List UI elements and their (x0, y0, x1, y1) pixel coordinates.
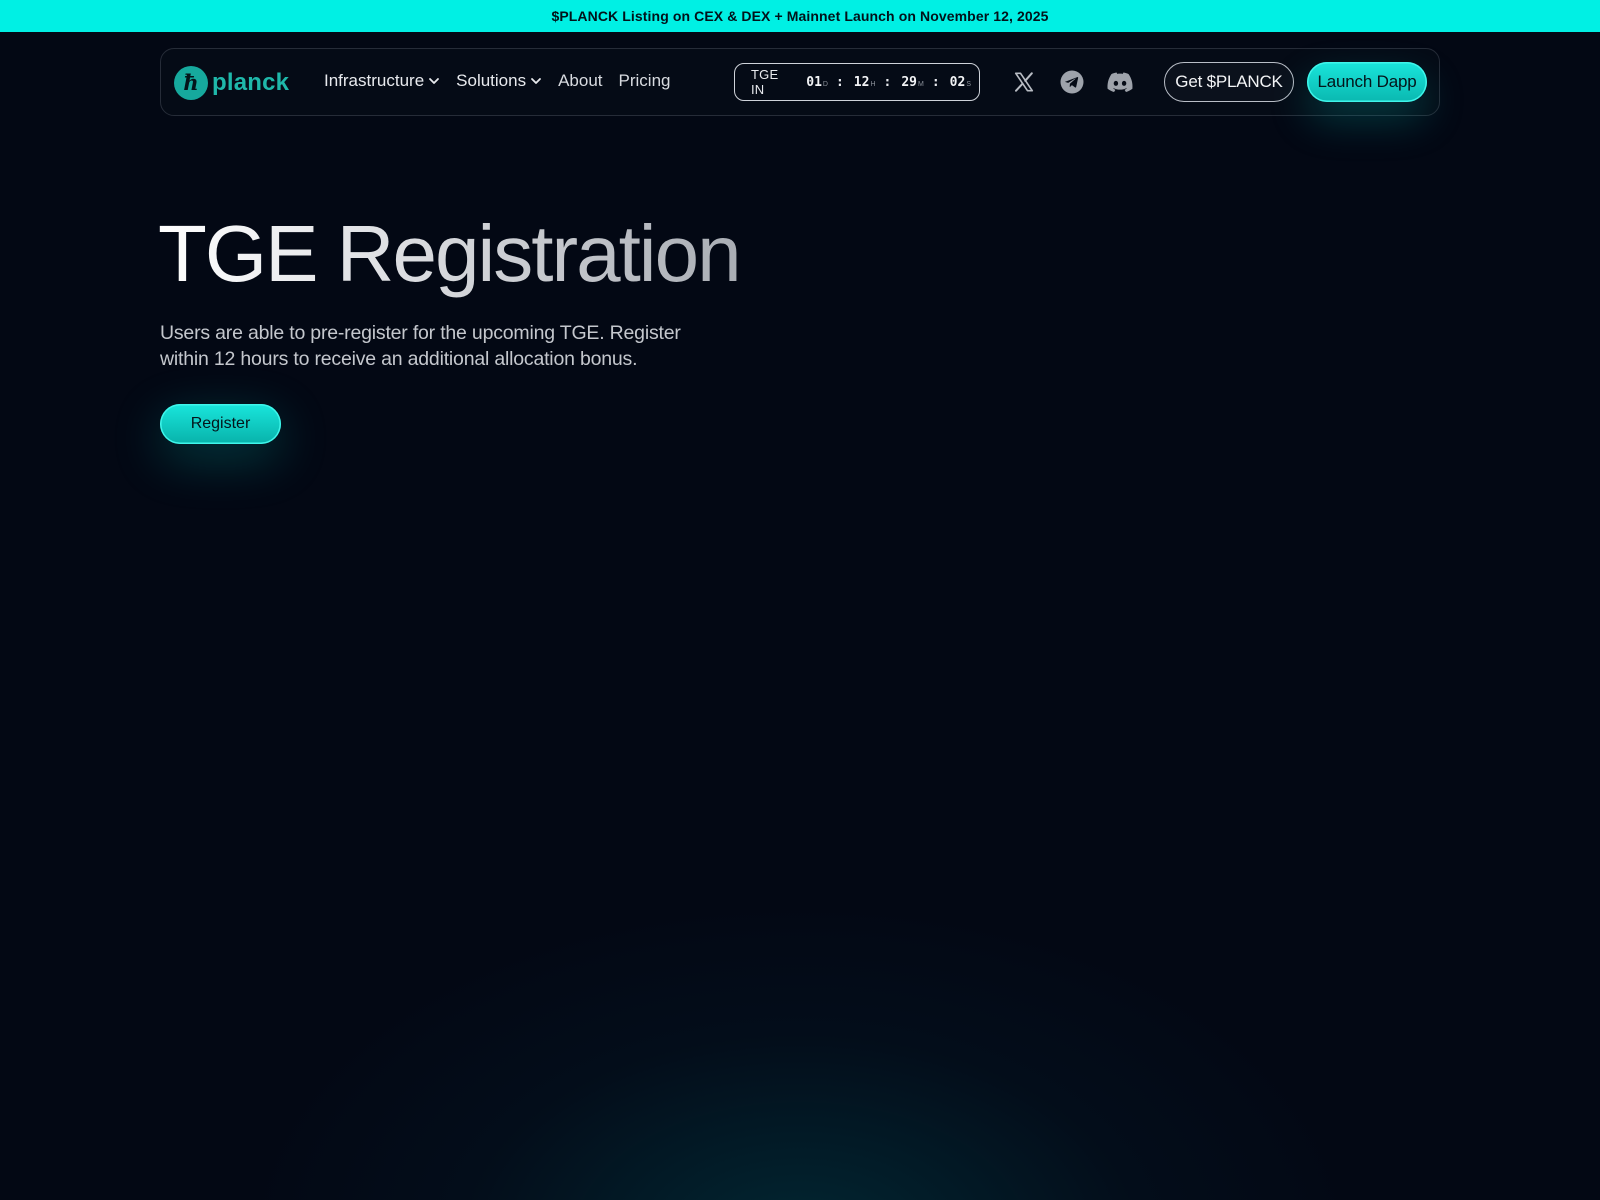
countdown-separator: : (883, 74, 892, 90)
nav-links: Infrastructure Solutions About Pricing (324, 71, 687, 91)
countdown-days-unit: D (822, 80, 828, 88)
nav-item-infrastructure[interactable]: Infrastructure (324, 71, 440, 91)
countdown-minutes-unit: M (918, 80, 924, 88)
register-button[interactable]: Register (160, 404, 281, 444)
countdown-seconds: 02 (949, 74, 966, 90)
nav-item-solutions[interactable]: Solutions (456, 71, 542, 91)
nav-item-label: About (558, 71, 603, 90)
telegram-link[interactable] (1059, 69, 1085, 95)
chevron-down-icon (531, 78, 541, 84)
get-planck-button[interactable]: Get $PLANCK (1164, 62, 1294, 102)
discord-icon (1107, 72, 1133, 92)
svg-text:ħ: ħ (183, 70, 198, 95)
logo-text: planck (212, 69, 290, 96)
countdown-days: 01 (806, 74, 822, 90)
chevron-down-icon (429, 78, 440, 84)
banner-text: $PLANCK Listing on CEX & DEX + Mainnet L… (551, 8, 1049, 24)
nav-item-label: Infrastructure (324, 71, 425, 90)
countdown-hours: 12 (853, 74, 870, 90)
nav-item-label: Pricing (618, 71, 671, 90)
launch-dapp-button[interactable]: Launch Dapp (1307, 62, 1427, 102)
countdown-label: TGE IN (751, 67, 779, 97)
nav-item-label: Solutions (456, 71, 527, 90)
hero-description: Users are able to pre-register for the u… (160, 322, 681, 370)
countdown-separator: : (835, 74, 844, 90)
page-title: TGE Registration (158, 206, 742, 302)
social-links (1011, 69, 1133, 95)
x-icon (1014, 72, 1034, 92)
tge-countdown: TGE IN 01 D : 12 H : 29 M : 02 S (734, 63, 980, 101)
telegram-icon (1060, 70, 1084, 94)
planck-logo-icon: ħ (174, 66, 208, 100)
navbar: ħ planck Infrastructure Solutions About … (160, 48, 1440, 116)
x-link[interactable] (1011, 69, 1037, 95)
page: $PLANCK Listing on CEX & DEX + Mainnet L… (0, 0, 1600, 1200)
countdown-seconds-unit: S (966, 80, 971, 88)
countdown-minutes: 29 (901, 74, 917, 90)
announcement-banner[interactable]: $PLANCK Listing on CEX & DEX + Mainnet L… (0, 0, 1600, 32)
countdown-separator: : (931, 74, 940, 90)
discord-link[interactable] (1107, 69, 1133, 95)
nav-item-pricing[interactable]: Pricing (619, 71, 671, 91)
nav-item-about[interactable]: About (558, 71, 602, 91)
logo[interactable]: ħ planck (174, 66, 289, 100)
countdown-hours-unit: H (870, 80, 876, 88)
